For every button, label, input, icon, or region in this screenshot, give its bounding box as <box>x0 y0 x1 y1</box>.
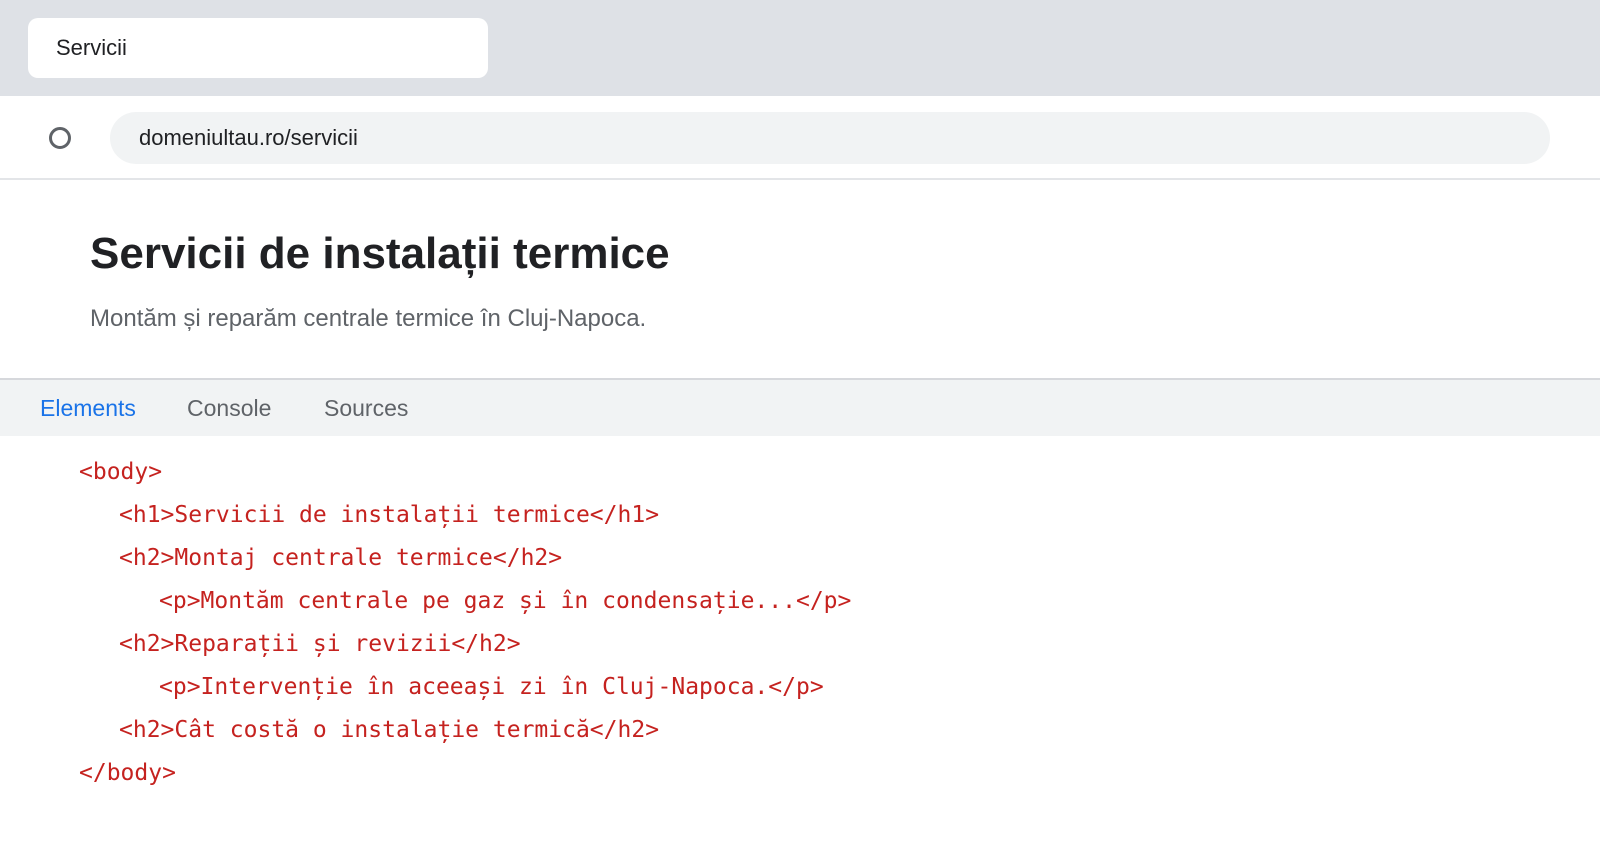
page-subtitle: Montăm și reparăm centrale termice în Cl… <box>90 305 647 332</box>
code-line-body-close[interactable]: </body> <box>79 758 176 788</box>
code-line-p[interactable]: <p>Montăm centrale pe gaz și în condensa… <box>159 586 851 616</box>
code-line-body-open[interactable]: <body> <box>79 457 162 487</box>
browser-tab[interactable]: Servicii <box>28 18 488 78</box>
tab-console[interactable]: Console <box>187 393 271 423</box>
reload-icon[interactable] <box>49 127 71 149</box>
code-line-h1[interactable]: <h1>Servicii de instalații termice</h1> <box>119 500 659 530</box>
code-line-h2[interactable]: <h2>Cât costă o instalație termică</h2> <box>119 715 659 745</box>
code-line-h2[interactable]: <h2>Montaj centrale termice</h2> <box>119 543 562 573</box>
code-line-p[interactable]: <p>Intervenție în aceeași zi în Cluj-Nap… <box>159 672 824 702</box>
browser-tab-title: Servicii <box>56 35 127 60</box>
tab-elements[interactable]: Elements <box>40 393 136 423</box>
url-field[interactable]: domeniultau.ro/servicii <box>110 112 1550 164</box>
tab-sources[interactable]: Sources <box>324 393 408 423</box>
url-text: domeniultau.ro/servicii <box>139 125 358 150</box>
code-line-h2[interactable]: <h2>Reparații și revizii</h2> <box>119 629 521 659</box>
page-title: Servicii de instalații termice <box>90 229 670 278</box>
